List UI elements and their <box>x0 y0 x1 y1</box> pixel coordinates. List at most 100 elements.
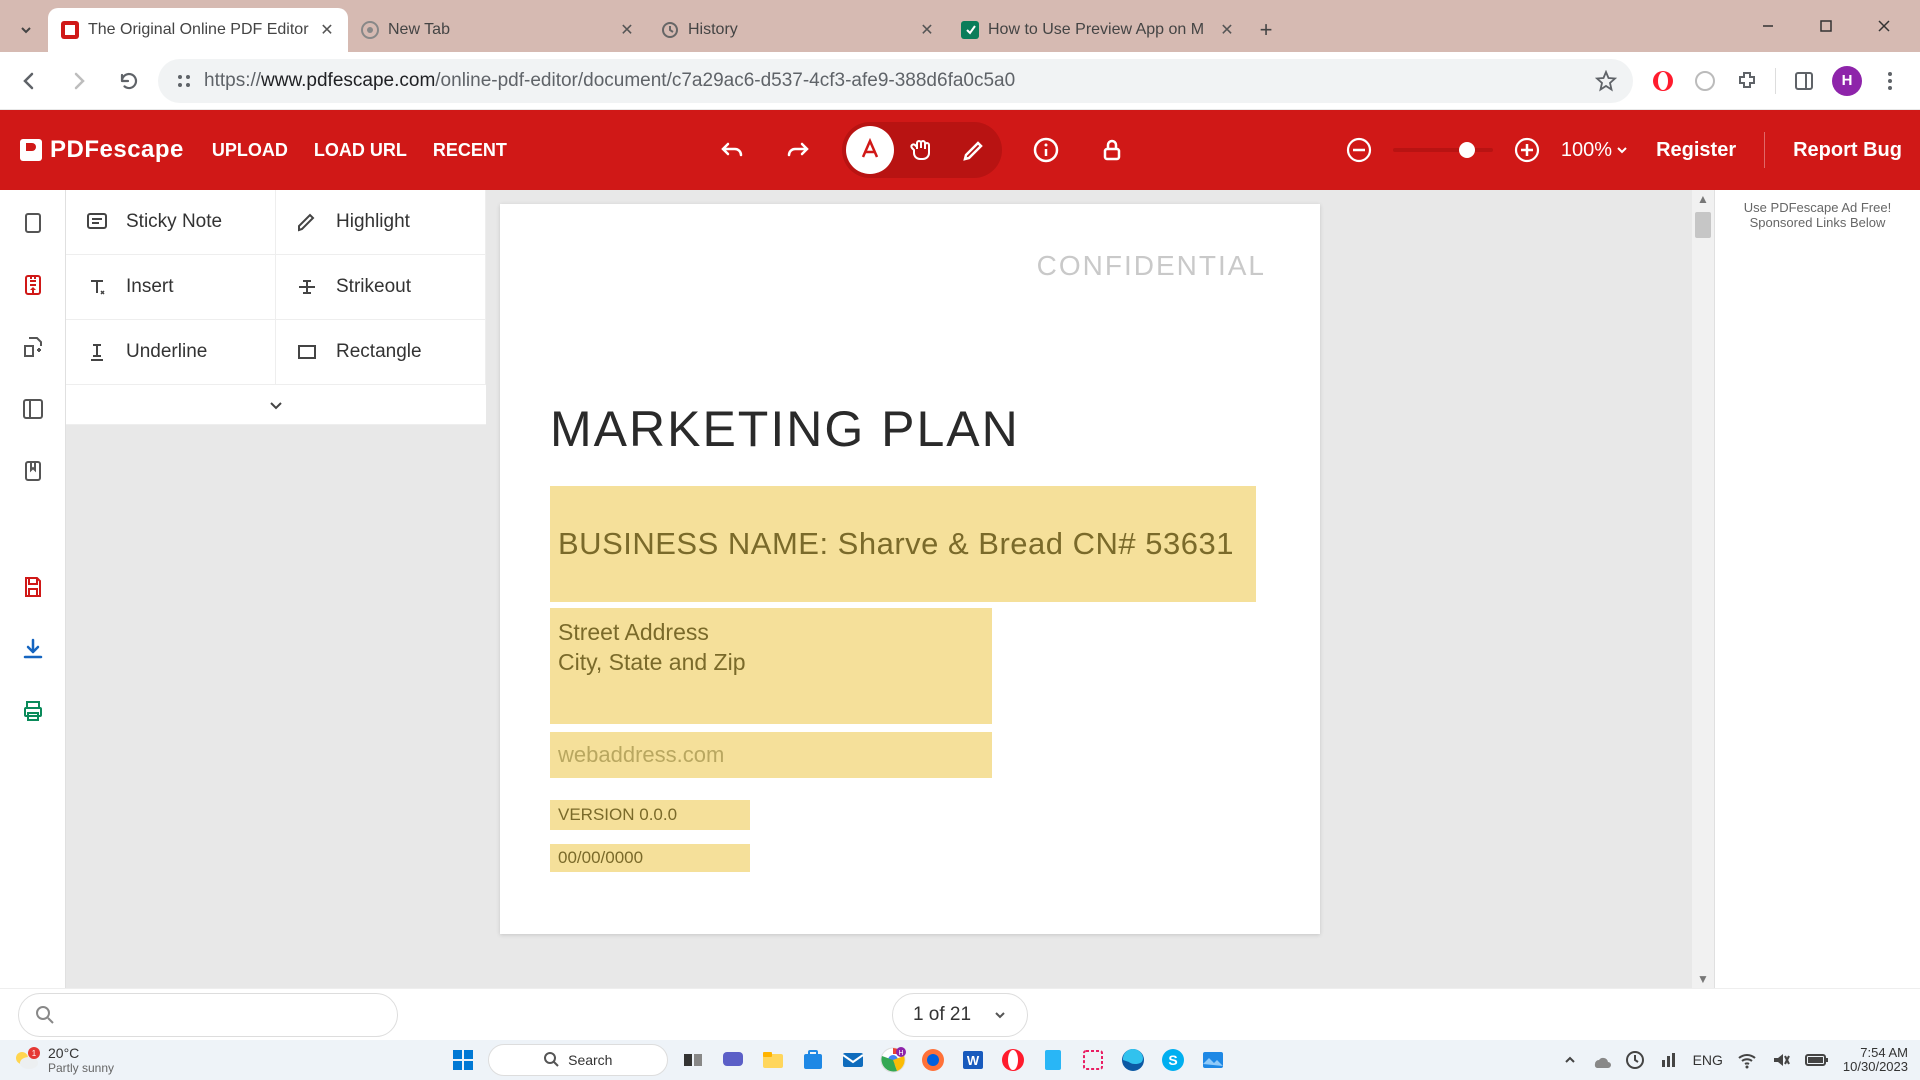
insert-page-icon[interactable] <box>14 328 52 366</box>
tab-history[interactable]: History ✕ <box>648 8 948 52</box>
skype-icon[interactable]: S <box>1158 1045 1188 1075</box>
zoom-slider[interactable] <box>1393 148 1493 152</box>
pdf-page[interactable]: CONFIDENTIAL MARKETING PLAN BUSINESS NAM… <box>500 204 1320 934</box>
highlight-date[interactable]: 00/00/0000 <box>550 844 750 872</box>
volume-icon[interactable] <box>1771 1050 1791 1070</box>
url-text: https://www.pdfescape.com/online-pdf-edi… <box>204 70 1585 92</box>
tab-newtab[interactable]: New Tab ✕ <box>348 8 648 52</box>
tab-search-dropdown[interactable] <box>8 12 44 48</box>
site-info-icon[interactable] <box>174 71 194 91</box>
text-mode-button[interactable] <box>846 126 894 174</box>
taskview-icon[interactable] <box>678 1045 708 1075</box>
app-icon[interactable] <box>1038 1045 1068 1075</box>
bookmarks-icon[interactable] <box>14 452 52 490</box>
download-icon[interactable] <box>14 630 52 668</box>
redo-button[interactable] <box>776 128 820 172</box>
forward-button[interactable] <box>58 60 100 102</box>
scroll-up-icon[interactable]: ▲ <box>1692 190 1714 208</box>
opera-icon[interactable] <box>998 1045 1028 1075</box>
recent-button[interactable]: RECENT <box>433 140 507 161</box>
back-button[interactable] <box>8 60 50 102</box>
edge-icon[interactable] <box>1118 1045 1148 1075</box>
tab-guide[interactable]: How to Use Preview App on M ✕ <box>948 8 1248 52</box>
tool-rectangle[interactable]: Rectangle <box>276 320 486 385</box>
ext-icon[interactable] <box>1691 67 1719 95</box>
tool-insert[interactable]: Insert <box>66 255 276 320</box>
mail-icon[interactable] <box>838 1045 868 1075</box>
start-button[interactable] <box>448 1045 478 1075</box>
explorer-icon[interactable] <box>758 1045 788 1075</box>
chat-icon[interactable] <box>718 1045 748 1075</box>
canvas-area[interactable]: CONFIDENTIAL MARKETING PLAN BUSINESS NAM… <box>486 190 1714 988</box>
firefox-icon[interactable] <box>918 1045 948 1075</box>
zoom-in-button[interactable] <box>1505 128 1549 172</box>
highlight-version[interactable]: VERSION 0.0.0 <box>550 800 750 830</box>
page-nav-icon[interactable] <box>14 204 52 242</box>
bookmark-icon[interactable] <box>1595 70 1617 92</box>
page-selector[interactable]: 1 of 21 <box>892 993 1028 1037</box>
taskbar-search[interactable]: Search <box>488 1044 668 1076</box>
reload-button[interactable] <box>108 60 150 102</box>
zoom-dropdown[interactable]: 100% <box>1561 139 1628 162</box>
scroll-down-icon[interactable]: ▼ <box>1692 970 1714 988</box>
tab-pdfescape[interactable]: The Original Online PDF Editor ✕ <box>48 8 348 52</box>
zoom-handle[interactable] <box>1459 142 1475 158</box>
wifi-icon[interactable] <box>1737 1050 1757 1070</box>
minimize-button[interactable] <box>1740 8 1796 44</box>
new-tab-button[interactable]: + <box>1248 12 1284 48</box>
language-indicator[interactable]: ENG <box>1693 1052 1723 1068</box>
pan-mode-button[interactable] <box>898 126 946 174</box>
annotate-icon[interactable] <box>14 266 52 304</box>
word-icon[interactable]: W <box>958 1045 988 1075</box>
tool-sticky-note[interactable]: Sticky Note <box>66 190 276 255</box>
tool-underline[interactable]: Underline <box>66 320 276 385</box>
clock[interactable]: 7:54 AM 10/30/2023 <box>1843 1046 1908 1075</box>
close-window-button[interactable] <box>1856 8 1912 44</box>
update-icon[interactable] <box>1625 1050 1645 1070</box>
upload-button[interactable]: UPLOAD <box>212 140 288 161</box>
url-field[interactable]: https://www.pdfescape.com/online-pdf-edi… <box>158 59 1633 103</box>
logo[interactable]: PDFescape <box>18 136 184 164</box>
tab-title: The Original Online PDF Editor <box>88 21 310 39</box>
tool-highlight[interactable]: Highlight <box>276 190 486 255</box>
load-url-button[interactable]: LOAD URL <box>314 140 407 161</box>
maximize-button[interactable] <box>1798 8 1854 44</box>
register-button[interactable]: Register <box>1656 139 1736 162</box>
print-icon[interactable] <box>14 692 52 730</box>
battery-icon[interactable] <box>1805 1053 1829 1067</box>
highlight-web[interactable]: webaddress.com <box>550 732 992 778</box>
draw-mode-button[interactable] <box>950 126 998 174</box>
save-icon[interactable] <box>14 568 52 606</box>
store-icon[interactable] <box>798 1045 828 1075</box>
onedrive-icon[interactable] <box>1591 1050 1611 1070</box>
thumbnails-icon[interactable] <box>14 390 52 428</box>
zoom-out-button[interactable] <box>1337 128 1381 172</box>
scroll-thumb[interactable] <box>1695 212 1711 238</box>
undo-button[interactable] <box>710 128 754 172</box>
tray-chevron-icon[interactable] <box>1563 1053 1577 1067</box>
close-icon[interactable]: ✕ <box>318 21 336 39</box>
sidepanel-icon[interactable] <box>1790 67 1818 95</box>
highlight-business-name[interactable]: BUSINESS NAME: Sharve & Bread CN# 53631 <box>550 486 1256 602</box>
vertical-scrollbar[interactable]: ▲ ▼ <box>1692 190 1714 988</box>
chrome-icon[interactable]: H <box>878 1045 908 1075</box>
expand-tools-button[interactable] <box>66 385 486 425</box>
tool-strikeout[interactable]: Strikeout <box>276 255 486 320</box>
profile-avatar[interactable]: H <box>1832 66 1862 96</box>
metrics-icon[interactable] <box>1659 1050 1679 1070</box>
highlight-address[interactable]: Street Address City, State and Zip <box>550 608 992 724</box>
search-input[interactable] <box>18 993 398 1037</box>
close-icon[interactable]: ✕ <box>918 21 936 39</box>
kebab-menu-icon[interactable] <box>1876 67 1904 95</box>
opera-ext-icon[interactable] <box>1649 67 1677 95</box>
lock-button[interactable] <box>1090 128 1134 172</box>
close-icon[interactable]: ✕ <box>618 21 636 39</box>
snip-icon[interactable] <box>1078 1045 1108 1075</box>
close-icon[interactable]: ✕ <box>1218 21 1236 39</box>
info-button[interactable] <box>1024 128 1068 172</box>
weather-widget[interactable]: 1 20°C Partly sunny <box>12 1045 114 1075</box>
photos-icon[interactable] <box>1198 1045 1228 1075</box>
report-bug-button[interactable]: Report Bug <box>1793 139 1902 162</box>
weather-temp: 20°C <box>48 1045 114 1061</box>
extensions-icon[interactable] <box>1733 67 1761 95</box>
